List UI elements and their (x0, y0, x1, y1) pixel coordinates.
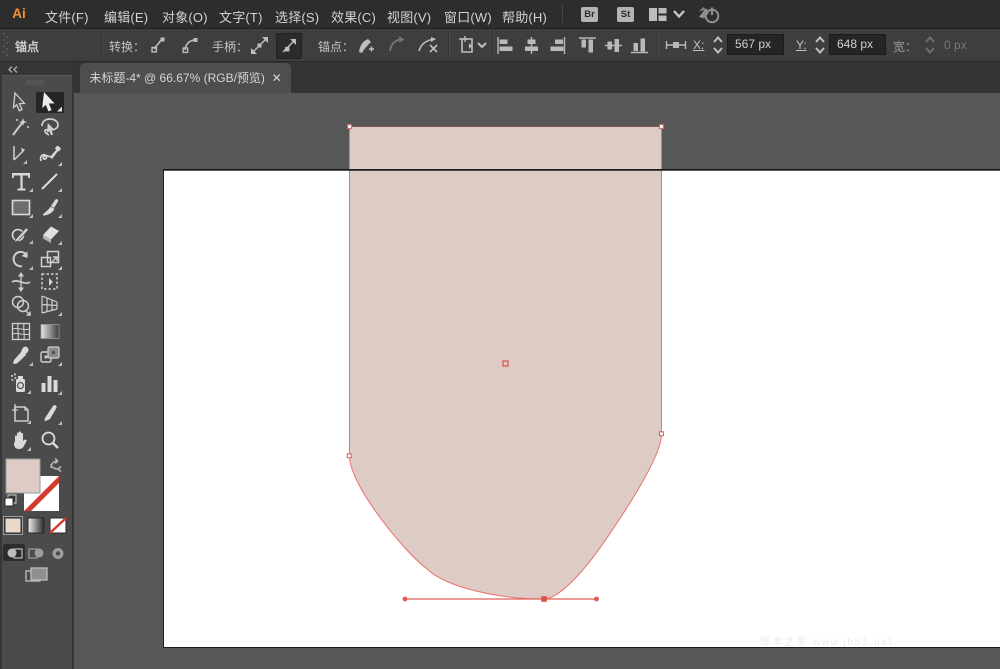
svg-text:脚本之家 www.jb51.net: 脚本之家 www.jb51.net (760, 635, 893, 648)
